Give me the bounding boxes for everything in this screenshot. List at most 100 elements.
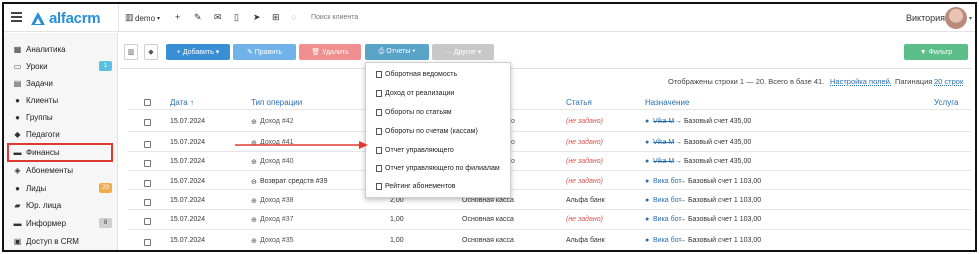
sidebar-item-teachers[interactable]: ◆ Педагоги xyxy=(4,126,118,143)
row-checkbox[interactable] xyxy=(144,141,151,148)
menu-item-subscription-rating[interactable]: Рейтинг абонементов xyxy=(376,183,456,190)
row-checkbox[interactable] xyxy=(144,119,151,126)
menu-item-turnover-by-articles[interactable]: Обороты по статьям xyxy=(376,109,452,116)
sidebar-item-finance[interactable]: ▬ Финансы xyxy=(7,143,113,162)
tag-icon[interactable]: ◆ xyxy=(144,44,158,60)
row-checkbox[interactable] xyxy=(144,160,151,167)
divider xyxy=(118,4,119,32)
cell-from[interactable]: Вика бот xyxy=(653,237,682,244)
column-header-type[interactable]: Тип операции xyxy=(251,98,302,107)
informer-icon: ▬ xyxy=(13,219,22,228)
column-header-service[interactable]: Услуга xyxy=(934,98,958,107)
plus-icon[interactable]: + xyxy=(175,12,180,22)
cell-from[interactable]: Вика бот xyxy=(653,216,682,223)
pagination-link[interactable]: 20 строк xyxy=(934,77,963,86)
cell-from[interactable]: Вика бот xyxy=(653,197,682,204)
send-icon[interactable]: ➤ xyxy=(253,12,261,23)
client-icon: ● xyxy=(645,216,650,223)
other-button[interactable]: ··· Другое ▾ xyxy=(432,44,494,60)
logo-text: alfacrm xyxy=(49,9,101,27)
menu-item-label: Отчет управляющего xyxy=(385,147,454,154)
phone-icon[interactable]: ▯ xyxy=(234,12,239,23)
row-divider xyxy=(128,209,971,210)
cell-type[interactable]: Доход #35 xyxy=(260,237,294,244)
cell-type[interactable]: Доход #40 xyxy=(260,158,294,165)
tag-icon: ◈ xyxy=(14,166,21,175)
row-checkbox[interactable] xyxy=(144,239,151,246)
avatar[interactable] xyxy=(945,7,967,29)
user-name[interactable]: Виктория xyxy=(906,13,945,23)
row-checkbox[interactable] xyxy=(144,180,151,187)
app-window: alfacrm ▥ demo ▾ + ✎ ✉ ▯ ➤ ⊞ ○ Поиск кли… xyxy=(2,2,977,252)
sidebar-item-label: Задачи xyxy=(26,79,53,88)
cart-icon[interactable]: ⊞ xyxy=(272,12,280,23)
logo-icon xyxy=(31,11,45,25)
cell-from[interactable]: Vika M xyxy=(653,158,674,165)
column-header-date[interactable]: Дата ↑ xyxy=(170,98,194,107)
cell-type[interactable]: Возврат средств #39 xyxy=(260,178,327,185)
sidebar-item-analytics[interactable]: ▦ Аналитика xyxy=(4,41,118,58)
sidebar-item-clients[interactable]: ● Клиенты xyxy=(4,92,118,109)
cell-sum: 2,00 xyxy=(390,197,404,204)
cell-type[interactable]: Доход #42 xyxy=(260,118,294,125)
logo[interactable]: alfacrm xyxy=(31,9,101,27)
cell-article: (не задано) xyxy=(566,216,603,223)
menu-icon[interactable] xyxy=(11,12,22,22)
search-input[interactable]: Поиск клиента xyxy=(311,14,358,21)
sidebar-item-informer[interactable]: ▬ Информер 8 xyxy=(4,215,118,232)
client-icon: ● xyxy=(645,118,650,125)
cell-partial: о xyxy=(511,158,515,165)
bulb-icon[interactable]: ○ xyxy=(291,12,296,22)
select-all-checkbox[interactable] xyxy=(144,99,151,106)
cell-date: 15.07.2024 xyxy=(170,237,206,244)
menu-item-turnover-sheet[interactable]: Оборотная ведомость xyxy=(376,71,457,78)
menu-item-manager-report[interactable]: Отчет управляющего xyxy=(376,147,454,154)
column-header-purpose[interactable]: Назначение xyxy=(645,98,689,107)
income-icon: ⊕ xyxy=(251,119,257,126)
row-checkbox[interactable] xyxy=(144,218,151,225)
row-checkbox[interactable] xyxy=(144,199,151,206)
cell-from[interactable]: Vika M xyxy=(653,139,674,146)
mail-icon[interactable]: ✉ xyxy=(214,12,222,23)
add-button[interactable]: + Добавить ▾ xyxy=(166,44,230,60)
client-icon: ● xyxy=(645,178,650,185)
sidebar-item-groups[interactable]: ● Группы xyxy=(4,109,118,126)
document-icon xyxy=(376,165,382,172)
field-settings-link[interactable]: Настройка полей. xyxy=(830,77,892,86)
sidebar-item-label: Финансы xyxy=(26,148,60,157)
cell-to: → Базовый счет 435,00 xyxy=(675,139,752,146)
cell-from[interactable]: Vika M xyxy=(653,118,674,125)
column-header-article[interactable]: Статья xyxy=(566,98,592,107)
wrench-icon[interactable]: ✎ xyxy=(194,12,202,23)
cell-article: (не задано) xyxy=(566,158,603,165)
sidebar-item-label: Доступ в CRM xyxy=(26,237,79,246)
chevron-down-icon[interactable]: ▾ xyxy=(157,15,160,22)
cell-to: → Базовый счет 1 103,00 xyxy=(679,197,762,204)
columns-icon[interactable]: ▥ xyxy=(124,44,138,60)
branch-icon: ▥ xyxy=(125,12,134,22)
sidebar-item-lessons[interactable]: ▭ Уроки 1 xyxy=(4,58,118,75)
sidebar-item-leads[interactable]: ● Лиды 20 xyxy=(4,180,118,197)
branch-selector[interactable]: demo xyxy=(135,14,155,23)
edit-button[interactable]: ✎ Править xyxy=(233,44,296,60)
sidebar-item-label: Абонементы xyxy=(26,166,74,175)
cell-type[interactable]: Доход #38 xyxy=(260,197,294,204)
menu-item-turnover-by-accounts[interactable]: Обороты по счетам (кассам) xyxy=(376,128,478,135)
delete-button[interactable]: 🗑 Удалить xyxy=(299,44,361,60)
cell-sum: 1,00 xyxy=(390,237,404,244)
sidebar-item-legal-entities[interactable]: ▰ Юр. лица xyxy=(4,197,118,214)
cell-from[interactable]: Вика бот xyxy=(653,178,682,185)
cell-type[interactable]: Доход #37 xyxy=(260,216,294,223)
sidebar-item-subscriptions[interactable]: ◈ Абонементы xyxy=(4,162,118,179)
client-icon: ● xyxy=(645,197,650,204)
menu-item-sales-income[interactable]: Доход от реализации xyxy=(376,90,454,97)
income-icon: ⊕ xyxy=(251,238,257,245)
sidebar-item-crm-access[interactable]: ▣ Доступ в CRM xyxy=(4,233,118,250)
cell-to: → Базовый счет 1 103,00 xyxy=(679,178,762,185)
sidebar-item-tasks[interactable]: ▤ Задачи xyxy=(4,75,118,92)
row-divider xyxy=(128,151,971,152)
chevron-down-icon[interactable]: ▾ xyxy=(969,15,972,22)
menu-item-manager-report-branches[interactable]: Отчет управляющего по филиалам xyxy=(376,165,500,172)
filter-button[interactable]: ▼ Фильтр xyxy=(904,44,968,60)
reports-button[interactable]: ⎙ Отчеты ▾ xyxy=(365,44,429,60)
